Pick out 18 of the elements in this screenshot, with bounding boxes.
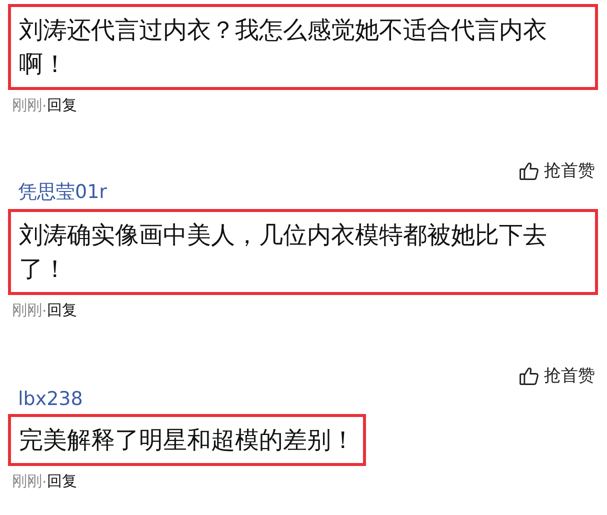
comment-time: 刚刚 — [12, 301, 42, 320]
like-button[interactable]: 抢首赞 — [518, 364, 595, 387]
username[interactable]: 凭思莹01r — [18, 179, 107, 205]
separator-dot: · — [42, 302, 47, 320]
comment-text: 刘涛还代言过内衣？我怎么感觉她不适合代言内衣啊！ — [8, 4, 598, 90]
reply-link[interactable]: 回复 — [46, 96, 77, 115]
thumbs-up-icon — [518, 160, 540, 182]
comment-time: 刚刚 — [12, 472, 42, 491]
separator-dot: · — [42, 472, 47, 490]
thumbs-up-icon — [518, 364, 540, 386]
comment-time: 刚刚 — [12, 96, 42, 115]
username[interactable]: lbx238 — [18, 388, 83, 410]
comment-text: 完美解释了明星和超模的差别！ — [8, 414, 366, 466]
comment-text: 刘涛确实像画中美人，几位内衣模特都被她比下去了！ — [8, 209, 598, 295]
like-button[interactable]: 抢首赞 — [518, 159, 595, 182]
separator-dot: · — [42, 96, 47, 114]
reply-link[interactable]: 回复 — [46, 472, 77, 491]
reply-link[interactable]: 回复 — [46, 301, 77, 320]
